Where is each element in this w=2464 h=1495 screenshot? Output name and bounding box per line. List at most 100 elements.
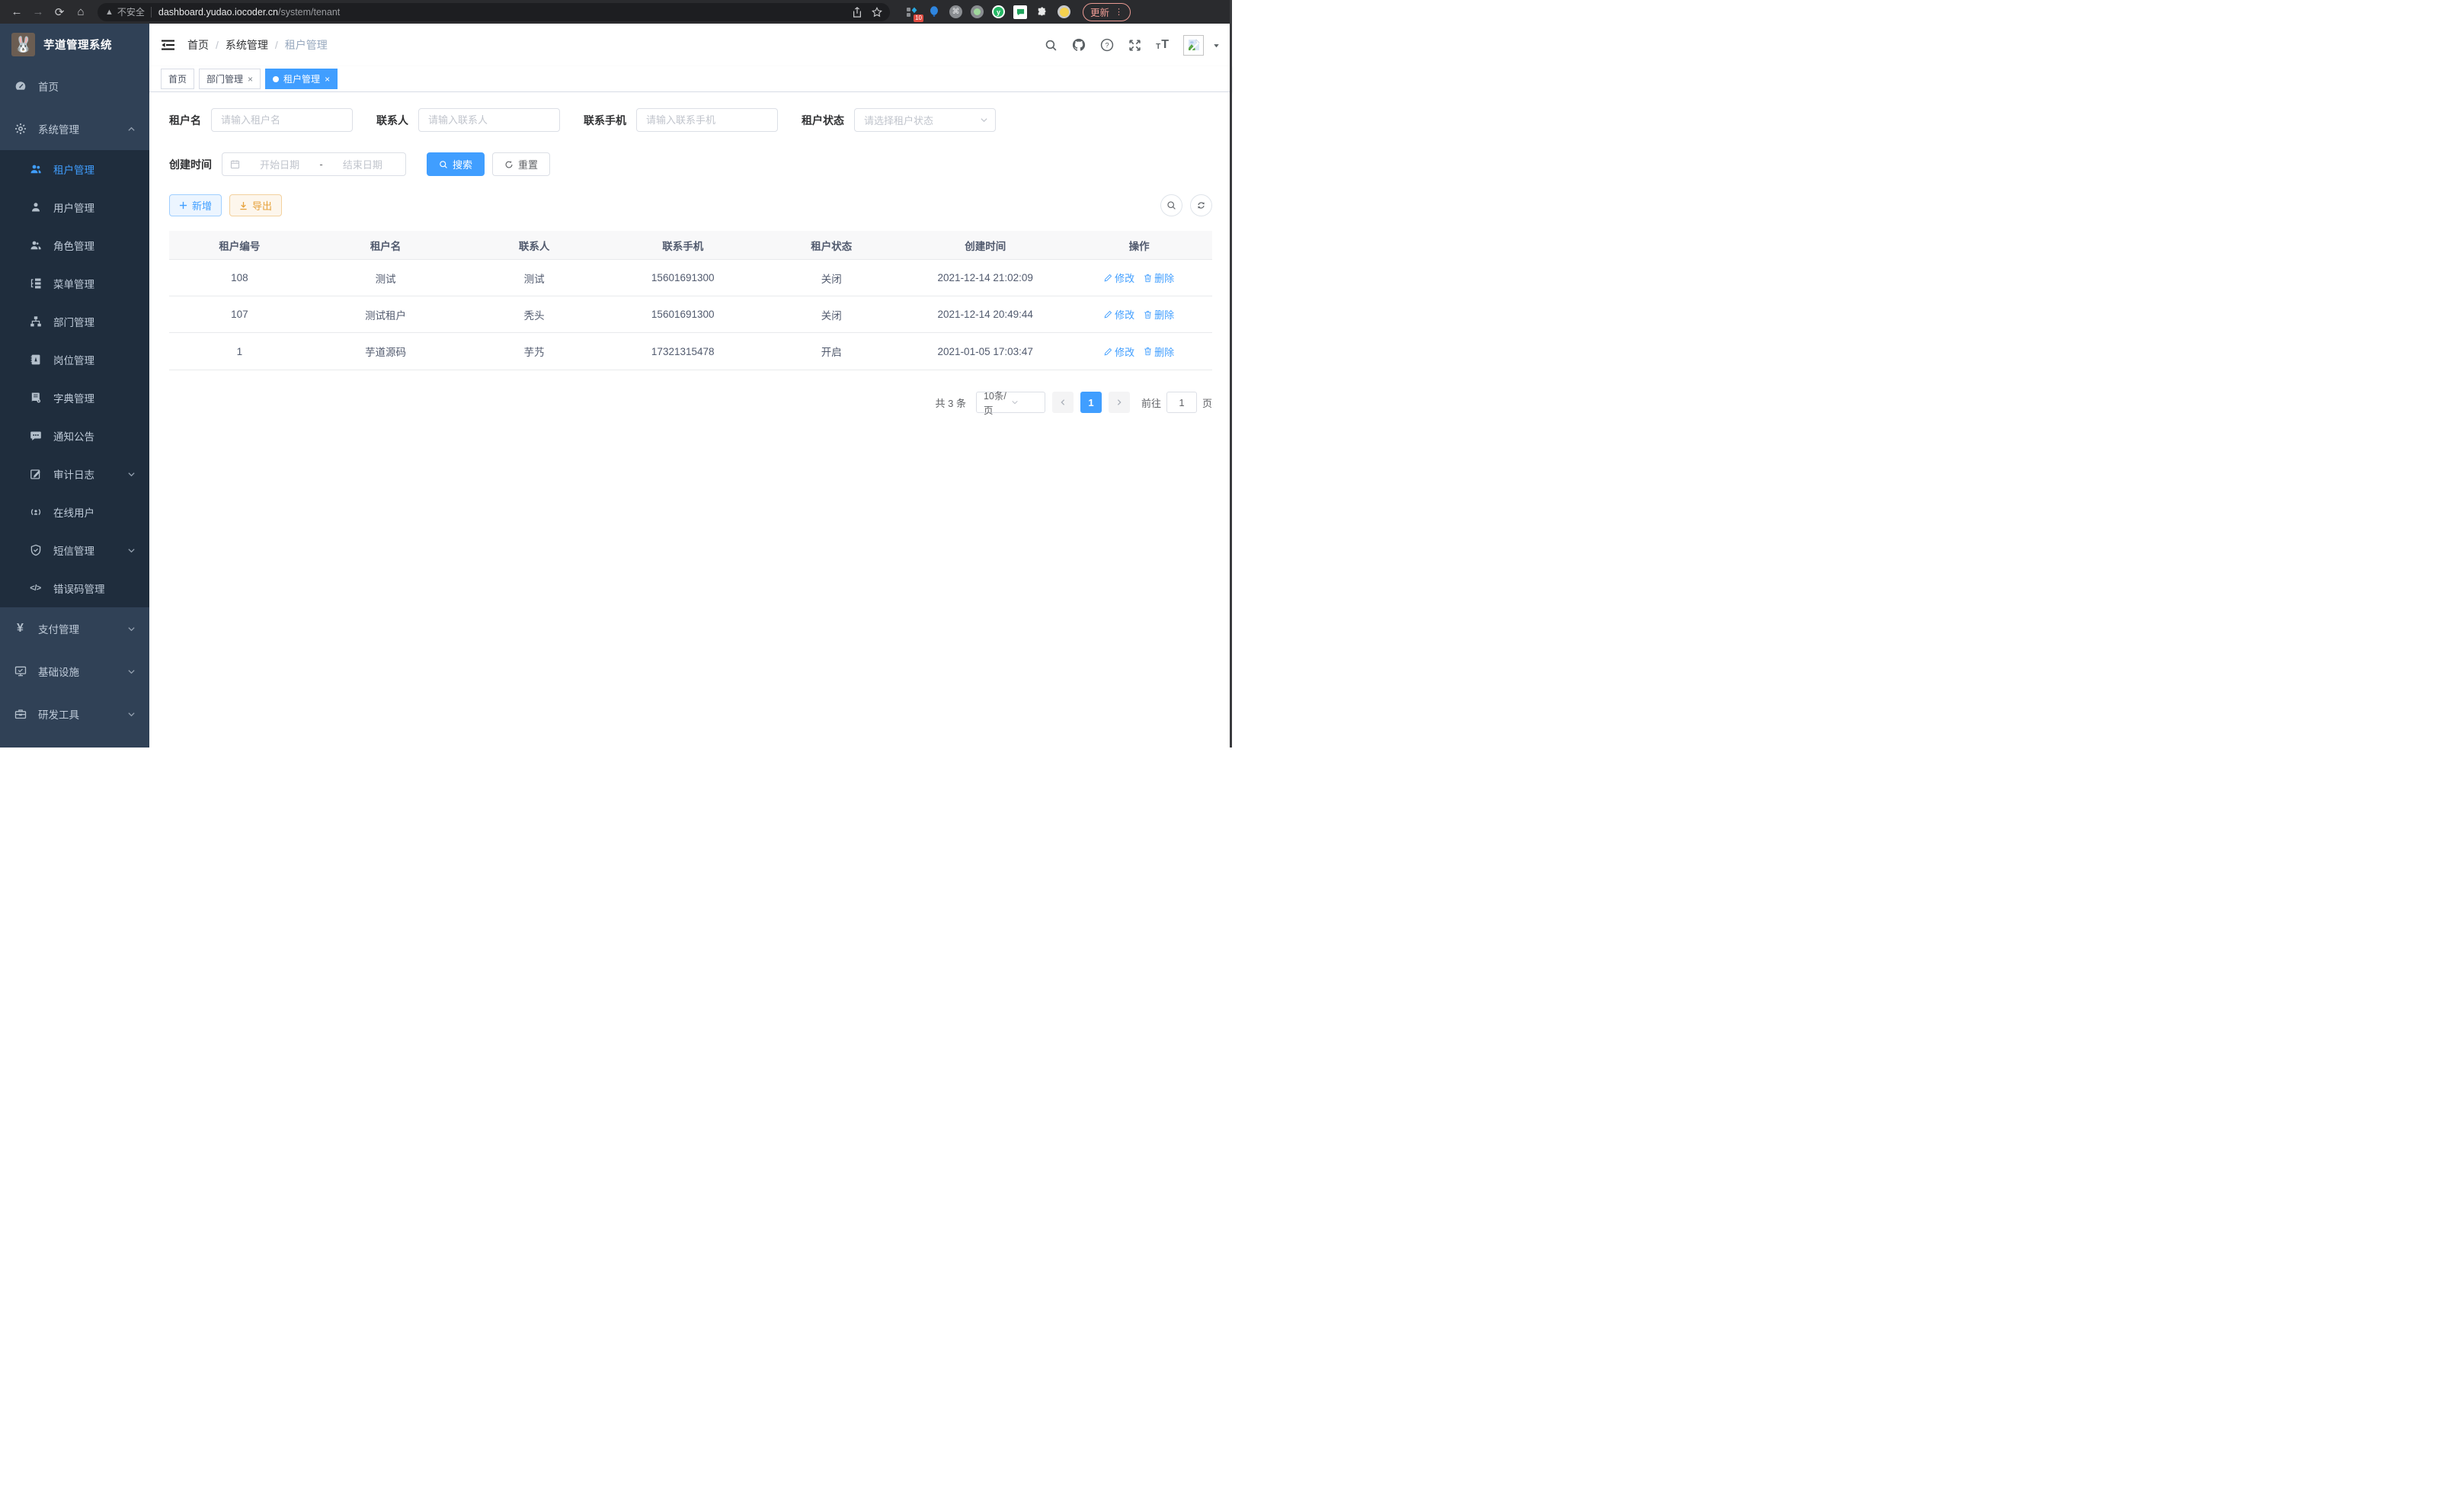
sidebar-item-infra[interactable]: 基础设施 <box>0 650 149 693</box>
tab-dept[interactable]: 部门管理 × <box>199 69 261 89</box>
sidebar-item-label: 短信管理 <box>53 543 94 558</box>
sidebar-item-audit-log[interactable]: 审计日志 <box>0 455 149 493</box>
tab-home[interactable]: 首页 <box>161 69 194 89</box>
browser-toolbar: ← → ⟳ ⌂ ▲ 不安全 dashboard.yudao.iocoder.cn… <box>0 0 1232 24</box>
sidebar-item-notice[interactable]: 通知公告 <box>0 417 149 455</box>
extension-command-icon[interactable]: ⌘ <box>949 5 962 18</box>
col-header-tenant-name: 租户名 <box>310 238 462 253</box>
page-number-current[interactable]: 1 <box>1080 392 1102 413</box>
contact-input[interactable] <box>418 108 560 132</box>
bookmark-star-icon[interactable] <box>872 7 882 18</box>
delete-link[interactable]: 删除 <box>1144 344 1174 359</box>
tenant-name-label: 租户名 <box>169 113 201 128</box>
extension-yudao-icon[interactable]: y <box>992 5 1005 18</box>
create-time-range-picker[interactable]: 开始日期 - 结束日期 <box>222 152 406 176</box>
export-button[interactable]: 导出 <box>229 194 282 216</box>
security-warning-icon: ▲ <box>105 8 114 17</box>
sidebar-item-home[interactable]: 首页 <box>0 65 149 107</box>
edit-link[interactable]: 修改 <box>1104 344 1134 359</box>
sidebar-item-sms[interactable]: 短信管理 <box>0 531 149 569</box>
app-logo: 🐰 <box>11 33 35 56</box>
delete-link[interactable]: 删除 <box>1144 271 1174 285</box>
refresh-button[interactable] <box>1190 194 1212 216</box>
sidebar-item-dict[interactable]: 字典管理 <box>0 379 149 417</box>
tab-tenant[interactable]: 租户管理 × <box>265 69 338 89</box>
back-icon[interactable]: ← <box>8 3 26 21</box>
goto-page-input[interactable] <box>1166 392 1197 413</box>
home-icon[interactable]: ⌂ <box>72 3 90 21</box>
user-avatar-broken-image[interactable] <box>1183 35 1204 56</box>
edit-link[interactable]: 修改 <box>1104 271 1134 285</box>
edit-link[interactable]: 修改 <box>1104 307 1134 322</box>
tab-close-icon[interactable]: × <box>325 74 330 85</box>
sidebar-item-system[interactable]: 系统管理 <box>0 107 149 150</box>
sidebar-item-devtools[interactable]: 研发工具 <box>0 693 149 735</box>
sidebar-collapse-icon[interactable] <box>161 39 175 51</box>
breadcrumb-section[interactable]: 系统管理 <box>226 37 268 53</box>
breadcrumb-home[interactable]: 首页 <box>187 37 209 53</box>
tab-close-icon[interactable]: × <box>248 74 253 85</box>
security-label[interactable]: 不安全 <box>117 5 145 18</box>
forward-icon[interactable]: → <box>29 3 47 21</box>
chevron-up-icon <box>127 125 136 133</box>
github-icon[interactable] <box>1072 38 1086 52</box>
fullscreen-icon[interactable] <box>1128 39 1141 52</box>
prev-page-button[interactable] <box>1052 392 1074 413</box>
chrome-menu-icon[interactable]: ⋮ <box>1115 7 1123 17</box>
extension-tasks-icon[interactable]: 10 <box>905 5 919 19</box>
address-bar[interactable]: ▲ 不安全 dashboard.yudao.iocoder.cn /system… <box>98 3 890 21</box>
extension-balloon-icon[interactable] <box>927 5 941 19</box>
sidebar-item-menu[interactable]: 菜单管理 <box>0 264 149 303</box>
add-button[interactable]: 新增 <box>169 194 222 216</box>
extensions-puzzle-icon[interactable] <box>1035 5 1049 19</box>
extension-recorder-icon[interactable] <box>971 5 984 18</box>
toggle-search-button[interactable] <box>1160 194 1182 216</box>
dashboard-icon <box>14 80 27 92</box>
delete-link[interactable]: 删除 <box>1144 307 1174 322</box>
sidebar-item-user[interactable]: 用户管理 <box>0 188 149 226</box>
avatar-dropdown-caret-icon[interactable] <box>1212 41 1221 50</box>
reload-icon[interactable]: ⟳ <box>50 3 69 21</box>
sidebar-item-error-code[interactable]: </> 错误码管理 <box>0 569 149 607</box>
search-button[interactable]: 搜索 <box>427 152 485 176</box>
sidebar-item-dept[interactable]: 部门管理 <box>0 303 149 341</box>
status-label: 租户状态 <box>802 113 844 128</box>
app-logo-row[interactable]: 🐰 芋道管理系统 <box>0 24 149 65</box>
chrome-update-button[interactable]: 更新 ⋮ <box>1083 3 1131 21</box>
profile-avatar-icon[interactable] <box>1058 5 1070 18</box>
header-search-icon[interactable] <box>1045 39 1058 52</box>
share-icon[interactable] <box>852 7 862 18</box>
page-header: 首页 / 系统管理 / 租户管理 ? T <box>149 24 1232 66</box>
sidebar-item-online-users[interactable]: 在线用户 <box>0 493 149 531</box>
reset-button[interactable]: 重置 <box>492 152 550 176</box>
font-size-icon[interactable]: TT <box>1156 39 1169 51</box>
tenant-name-input[interactable] <box>211 108 353 132</box>
delete-label: 删除 <box>1154 307 1174 322</box>
tab-label: 部门管理 <box>206 72 243 85</box>
sidebar-item-tenant[interactable]: 租户管理 <box>0 150 149 188</box>
sidebar-item-label: 在线用户 <box>53 504 94 520</box>
extension-chat-icon[interactable] <box>1013 5 1027 19</box>
status-select[interactable]: 请选择租户状态 <box>854 108 996 132</box>
sidebar-item-role[interactable]: 角色管理 <box>0 226 149 264</box>
pagination: 共 3 条 10条/页 1 前往 页 <box>169 392 1212 413</box>
delete-label: 删除 <box>1154 271 1174 285</box>
users-icon <box>29 163 42 175</box>
sidebar-item-label: 字典管理 <box>53 390 94 405</box>
sidebar-item-pay[interactable]: ¥ 支付管理 <box>0 607 149 650</box>
next-page-button[interactable] <box>1109 392 1130 413</box>
help-icon[interactable]: ? <box>1100 38 1114 52</box>
sidebar-item-post[interactable]: 岗位管理 <box>0 341 149 379</box>
sidebar-item-label: 系统管理 <box>38 121 79 136</box>
date-end-placeholder: 结束日期 <box>328 157 398 171</box>
sidebar-item-label: 错误码管理 <box>53 581 105 596</box>
url-host: dashboard.yudao.iocoder.cn <box>158 7 278 18</box>
mobile-input[interactable] <box>636 108 778 132</box>
svg-text:?: ? <box>1105 41 1109 50</box>
export-button-label: 导出 <box>252 198 272 213</box>
breadcrumb-current: 租户管理 <box>285 37 328 53</box>
calendar-icon <box>230 159 240 169</box>
page-size-select[interactable]: 10条/页 <box>976 392 1045 413</box>
cell-contact: 秃头 <box>461 307 607 322</box>
cell-tenant-name: 测试租户 <box>310 307 462 322</box>
